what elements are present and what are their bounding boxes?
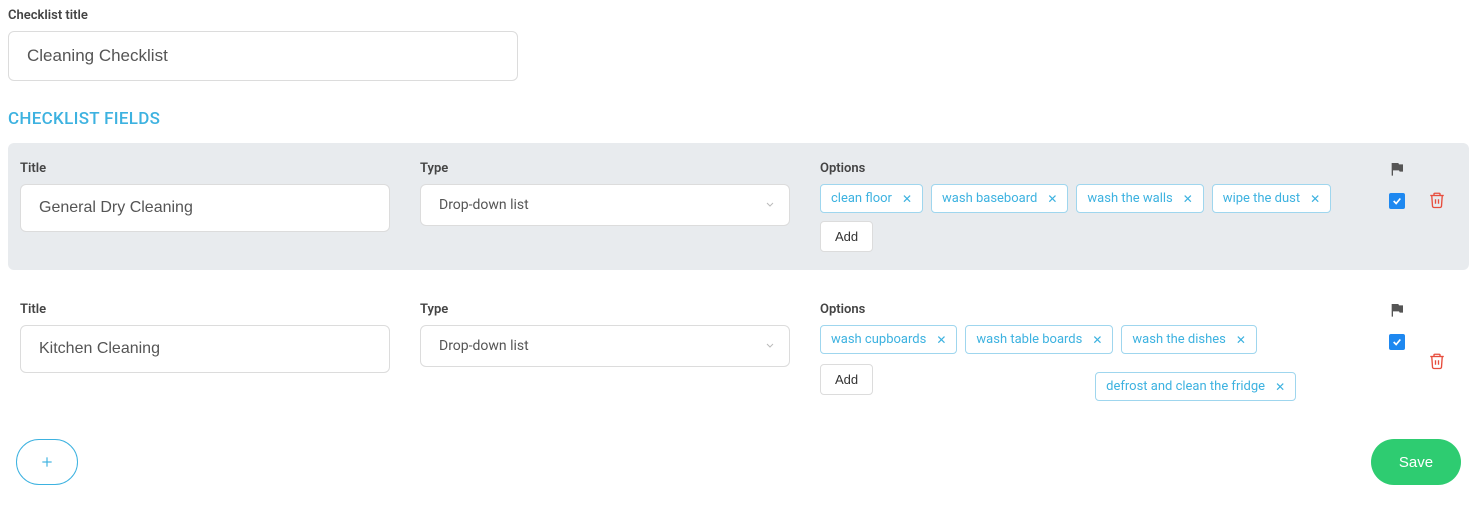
option-tag[interactable]: wipe the dust ✕ (1212, 184, 1331, 213)
col-title-label: Title (20, 302, 400, 317)
field-row: Title Type Drop-down list Options wash c… (8, 284, 1469, 419)
option-tag[interactable]: wash the walls ✕ (1076, 184, 1203, 213)
add-option-button[interactable]: Add (820, 221, 873, 252)
remove-tag-icon[interactable]: ✕ (1047, 192, 1057, 206)
option-tag[interactable]: clean floor ✕ (820, 184, 923, 213)
option-tag[interactable]: defrost and clean the fridge ✕ (1095, 372, 1296, 401)
checklist-title-input[interactable] (8, 31, 518, 81)
save-button[interactable]: Save (1371, 439, 1461, 485)
add-field-button[interactable] (16, 439, 78, 485)
flag-icon[interactable] (1389, 161, 1405, 181)
required-checkbox[interactable] (1389, 334, 1405, 350)
col-title-label: Title (20, 161, 400, 176)
field-type-select[interactable]: Drop-down list (420, 184, 790, 226)
option-tag-label: clean floor (831, 191, 892, 206)
option-tag[interactable]: wash baseboard ✕ (931, 184, 1068, 213)
option-tag[interactable]: wash cupboards ✕ (820, 325, 957, 354)
option-tag-label: wash cupboards (831, 332, 926, 347)
field-row: Title Type Drop-down list Options clean … (8, 143, 1469, 270)
col-options-label: Options (820, 302, 1367, 317)
remove-tag-icon[interactable]: ✕ (1183, 192, 1193, 206)
option-tag-label: wash baseboard (942, 191, 1037, 206)
remove-tag-icon[interactable]: ✕ (1236, 333, 1246, 347)
option-tag-label: wash the walls (1087, 191, 1172, 206)
remove-tag-icon[interactable]: ✕ (1275, 380, 1285, 394)
section-heading: CHECKLIST FIELDS (8, 109, 1469, 129)
option-tag-label: wash table boards (976, 332, 1082, 347)
remove-tag-icon[interactable]: ✕ (902, 192, 912, 206)
col-options-label: Options (820, 161, 1367, 176)
flag-icon[interactable] (1389, 302, 1405, 322)
delete-icon[interactable] (1428, 352, 1446, 374)
option-tag-label: wipe the dust (1223, 191, 1300, 206)
delete-icon[interactable] (1428, 191, 1446, 213)
option-tag[interactable]: wash the dishes ✕ (1121, 325, 1257, 354)
field-title-input[interactable] (20, 184, 390, 232)
add-option-button[interactable]: Add (820, 364, 873, 395)
field-type-select[interactable]: Drop-down list (420, 325, 790, 367)
remove-tag-icon[interactable]: ✕ (936, 333, 946, 347)
remove-tag-icon[interactable]: ✕ (1310, 192, 1320, 206)
remove-tag-icon[interactable]: ✕ (1092, 333, 1102, 347)
option-tag-label: wash the dishes (1132, 332, 1225, 347)
option-tag[interactable]: wash table boards ✕ (965, 325, 1113, 354)
col-type-label: Type (420, 302, 800, 317)
required-checkbox[interactable] (1389, 193, 1405, 209)
checklist-title-label: Checklist title (8, 8, 1469, 23)
option-tag-label: defrost and clean the fridge (1106, 379, 1265, 394)
col-type-label: Type (420, 161, 800, 176)
field-title-input[interactable] (20, 325, 390, 373)
